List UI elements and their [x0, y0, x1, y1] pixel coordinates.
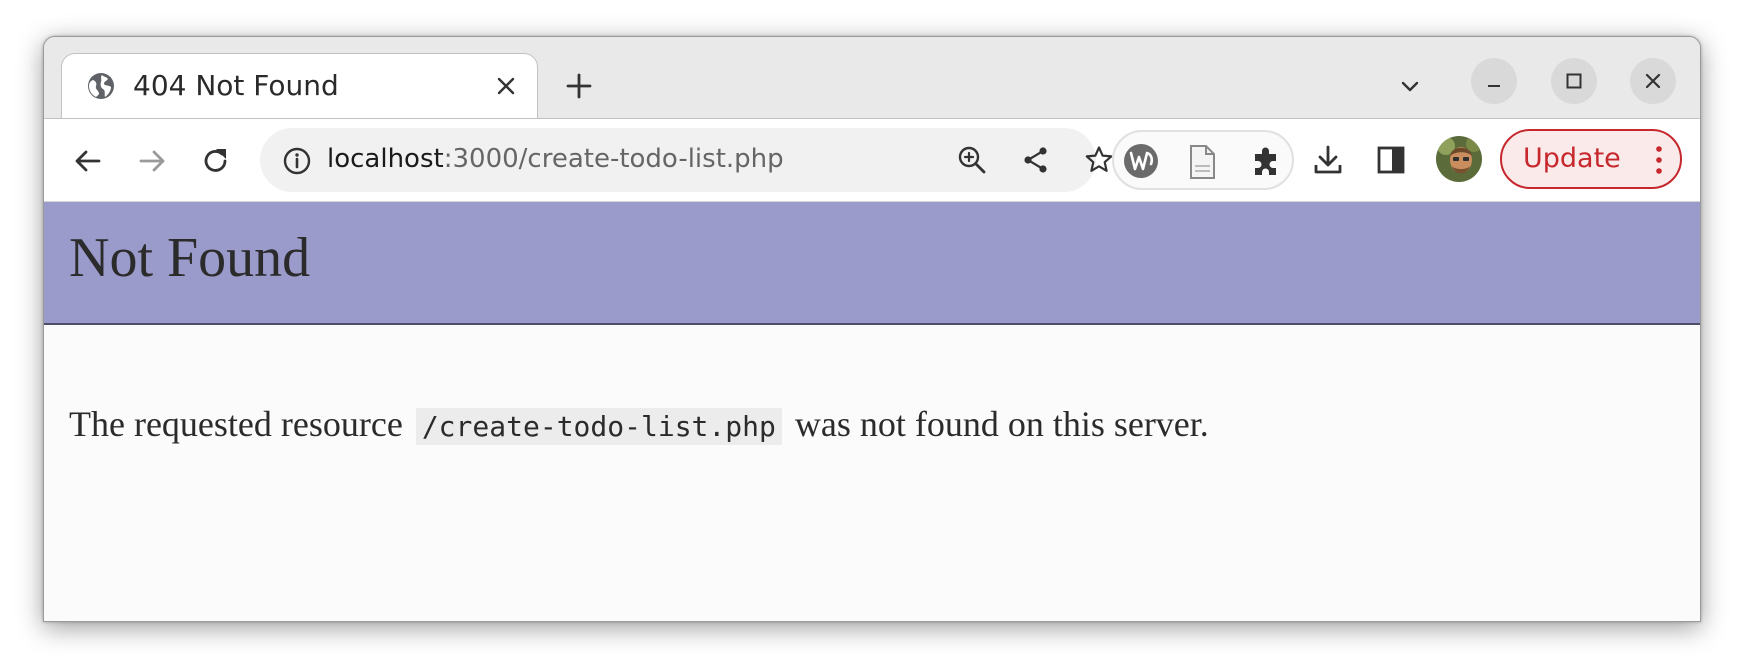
minimize-button[interactable]: [1471, 58, 1517, 104]
star-icon[interactable]: [1083, 144, 1115, 176]
resource-path: /create-todo-list.php: [415, 408, 782, 445]
minimize-icon: [1488, 85, 1500, 87]
extension-w-icon[interactable]: [1122, 142, 1160, 180]
update-label: Update: [1523, 143, 1621, 174]
puzzle-icon[interactable]: [1250, 145, 1282, 177]
arrow-left-icon[interactable]: [71, 144, 105, 178]
profile-avatar-image: [1436, 136, 1482, 182]
maximize-button[interactable]: [1551, 58, 1597, 104]
error-banner: Not Found: [44, 202, 1700, 325]
message-after: was not found on this server.: [794, 404, 1209, 444]
error-message: The requested resource /create-todo-list…: [69, 403, 1209, 445]
extension-page-icon[interactable]: [1186, 144, 1218, 180]
url-path: :3000/create-todo-list.php: [443, 144, 784, 174]
address-bar[interactable]: localhost:3000/create-todo-list.php: [260, 128, 1113, 192]
page-title: Not Found: [69, 227, 311, 289]
tab-title: 404 Not Found: [133, 69, 339, 102]
zoom-in-icon[interactable]: [956, 144, 988, 176]
info-icon[interactable]: [282, 146, 312, 176]
tab-strip: 404 Not Found: [44, 37, 1700, 119]
kebab-menu-icon[interactable]: [1653, 145, 1665, 175]
arrow-right-icon[interactable]: [135, 144, 169, 178]
download-icon[interactable]: [1311, 143, 1345, 177]
close-icon[interactable]: [493, 73, 519, 99]
update-button[interactable]: Update: [1500, 129, 1682, 189]
tab-404-not-found[interactable]: 404 Not Found: [61, 53, 538, 119]
close-window-button[interactable]: [1630, 58, 1676, 104]
url-host: localhost: [327, 144, 444, 174]
avatar[interactable]: [1436, 136, 1482, 182]
page-content: Not Found The requested resource /create…: [44, 202, 1700, 621]
side-panel-icon[interactable]: [1374, 143, 1408, 177]
reload-icon[interactable]: [199, 144, 233, 178]
close-icon: [1645, 73, 1661, 89]
toolbar: localhost:3000/create-todo-list.php Upda…: [44, 118, 1700, 202]
plus-icon[interactable]: [562, 69, 596, 103]
globe-icon: [88, 73, 114, 99]
chevron-down-icon[interactable]: [1396, 73, 1424, 101]
extensions-group: [1112, 130, 1294, 190]
share-icon[interactable]: [1020, 144, 1052, 176]
browser-window: 404 Not Found localhost:3000/create-todo…: [43, 36, 1701, 622]
message-before: The requested resource: [69, 404, 403, 444]
maximize-icon: [1566, 73, 1582, 89]
url-text[interactable]: localhost:3000/create-todo-list.php: [327, 144, 784, 174]
